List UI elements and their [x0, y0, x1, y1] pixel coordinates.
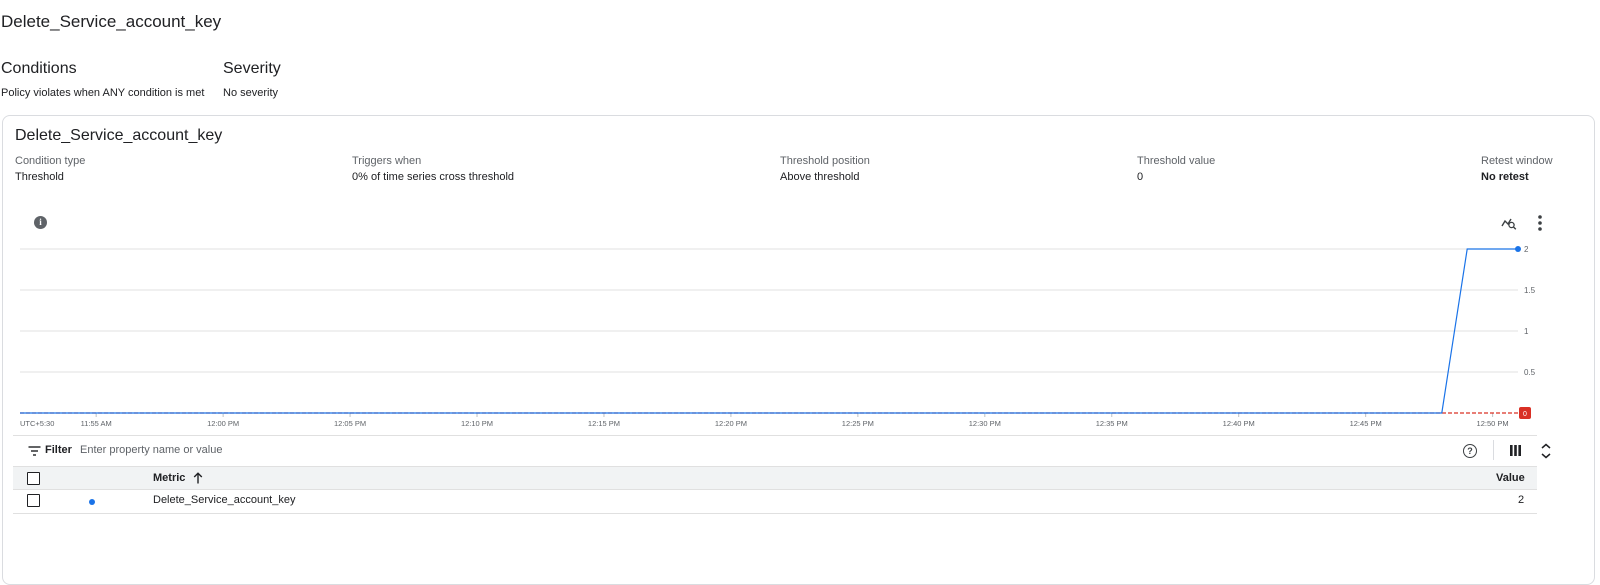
select-all-checkbox[interactable] [27, 472, 40, 485]
condition-type-value: Threshold [15, 171, 64, 183]
timezone-label: UTC+5:30 [20, 419, 54, 428]
value-column-header[interactable]: Value [1496, 472, 1525, 484]
y-tick-label: 0.5 [1524, 368, 1536, 377]
conditions-description: Policy violates when ANY condition is me… [1, 87, 205, 99]
x-tick-label: 12:45 PM [1350, 419, 1382, 428]
threshold-position-label: Threshold position [780, 155, 870, 167]
columns-icon[interactable] [1510, 445, 1521, 456]
triggers-when-label: Triggers when [352, 155, 422, 167]
retest-window-value: No retest [1481, 171, 1529, 183]
row-checkbox[interactable] [27, 494, 40, 507]
x-tick-label: 12:40 PM [1223, 419, 1255, 428]
table-row-value: 2 [1518, 494, 1525, 506]
toolbar-divider [1493, 440, 1494, 460]
filter-label[interactable]: Filter [45, 444, 72, 456]
row-divider [13, 513, 1537, 514]
condition-title: Delete_Service_account_key [15, 127, 223, 144]
threshold-value-label: Threshold value [1137, 155, 1216, 167]
metric-chart: 2 1.5 1 0.5 UTC+5:30 11:55 AM 12:00 PM 12:05 PM… [20, 245, 1536, 428]
x-tick-label: 12:05 PM [334, 419, 366, 428]
threshold-value-value: 0 [1137, 171, 1144, 183]
threshold-position-value: Above threshold [780, 171, 860, 183]
divider [13, 435, 1537, 436]
help-icon[interactable]: ? [1463, 444, 1477, 458]
x-tick-label: 12:10 PM [461, 419, 493, 428]
explore-chart-icon[interactable] [1501, 215, 1517, 231]
filter-input[interactable] [78, 442, 482, 458]
table-row-metric: Delete_Service_account_key [153, 494, 296, 506]
x-tick-label: 12:15 PM [588, 419, 620, 428]
series-point [1515, 246, 1521, 252]
x-tick-label: 12:50 PM [1477, 419, 1509, 428]
condition-type-label: Condition type [15, 155, 86, 167]
x-tick-label: 12:35 PM [1096, 419, 1128, 428]
collapse-icon[interactable] [1540, 443, 1552, 459]
triggers-when-value: 0% of time series cross threshold [352, 171, 515, 183]
x-tick-label: 12:20 PM [715, 419, 747, 428]
x-tick-label: 11:55 AM [81, 419, 112, 428]
severity-heading: Severity [223, 60, 281, 77]
table-header [13, 466, 1537, 490]
x-tick-label: 12:25 PM [842, 419, 874, 428]
threshold-badge-label: 0 [1523, 411, 1527, 418]
x-tick-label: 12:30 PM [969, 419, 1001, 428]
more-vert-icon[interactable] [1535, 214, 1545, 232]
arrow-up-icon[interactable] [193, 472, 203, 484]
y-tick-label: 1.5 [1524, 286, 1536, 295]
metric-column-header[interactable]: Metric [153, 472, 185, 484]
info-icon[interactable]: i [34, 216, 47, 229]
filter-icon[interactable] [28, 445, 41, 457]
series-color-dot [89, 499, 95, 505]
page-title: Delete_Service_account_key [1, 12, 222, 31]
x-tick-label: 12:00 PM [207, 419, 239, 428]
retest-window-label: Retest window [1481, 155, 1553, 167]
y-tick-label: 1 [1524, 327, 1529, 336]
conditions-heading: Conditions [1, 60, 77, 77]
y-tick-label: 2 [1524, 245, 1529, 254]
severity-value: No severity [223, 87, 279, 99]
